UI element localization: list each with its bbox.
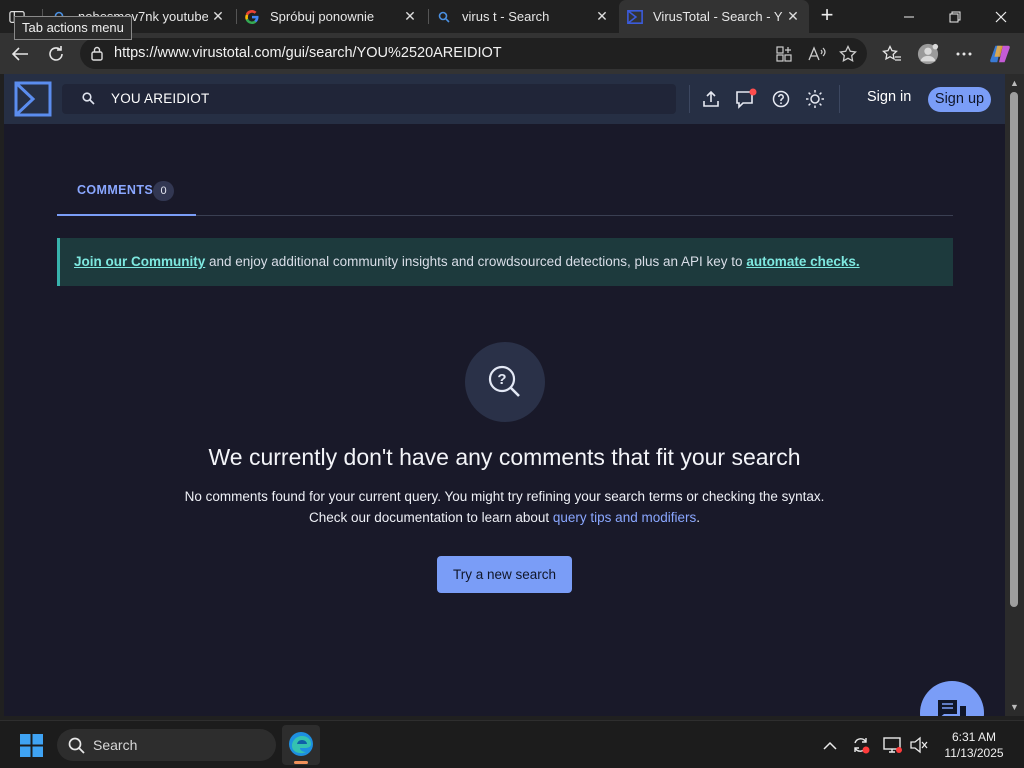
taskbar-edge-app[interactable] [282, 725, 320, 765]
vt-header: YOU AREIDIOT Sign in Sign up [4, 74, 1005, 124]
copilot-icon[interactable] [989, 43, 1011, 65]
tab-title: Spróbuj ponownie [270, 9, 375, 24]
clock-time: 6:31 AM [951, 730, 997, 744]
tab-2[interactable]: Spróbuj ponownie ✕ [236, 0, 426, 33]
upload-icon[interactable] [700, 88, 722, 110]
search-icon [82, 92, 95, 105]
chat-button[interactable] [920, 681, 984, 716]
back-button[interactable] [7, 41, 33, 67]
empty-state-doc-line: Check our documentation to learn about q… [4, 510, 1005, 525]
browser-toolbar: https://www.virustotal.com/gui/search/YO… [0, 33, 1024, 74]
sign-up-button[interactable]: Sign up [928, 87, 991, 112]
more-options-icon[interactable] [953, 43, 975, 65]
try-new-search-button[interactable]: Try a new search [437, 556, 572, 593]
chat-notifications-icon[interactable] [735, 88, 757, 110]
url-text[interactable]: https://www.virustotal.com/gui/search/YO… [114, 45, 502, 61]
page-viewport: YOU AREIDIOT Sign in Sign up COMMENTS 0 … [4, 74, 1005, 716]
favorite-star-icon[interactable] [838, 44, 858, 64]
edge-icon [289, 732, 313, 756]
search-icon [436, 9, 452, 25]
scroll-down-arrow-icon[interactable]: ▼ [1009, 702, 1020, 712]
taskbar-clock[interactable]: 6:31 AM 11/13/2025 [940, 729, 1008, 761]
banner-text: Join our Community and enjoy additional … [74, 254, 860, 269]
help-icon[interactable] [770, 88, 792, 110]
new-tab-button[interactable]: + [814, 4, 840, 28]
community-banner: Join our Community and enjoy additional … [57, 238, 953, 286]
banner-middle-text: and enjoy additional community insights … [205, 254, 747, 269]
automate-checks-link[interactable]: automate checks. [746, 254, 859, 269]
taskbar-search[interactable]: Search [57, 729, 276, 761]
header-divider [689, 85, 690, 113]
scroll-up-arrow-icon[interactable]: ▲ [1009, 78, 1020, 88]
tab-title: virus t - Search [462, 9, 550, 24]
chat-icon [938, 700, 966, 716]
tab-comments-label: COMMENTS [77, 183, 154, 197]
read-aloud-icon[interactable] [807, 44, 827, 64]
minimize-button[interactable] [886, 0, 932, 33]
clock-date: 11/13/2025 [944, 746, 1004, 760]
comments-count-badge: 0 [153, 181, 174, 201]
vt-search-box[interactable]: YOU AREIDIOT [62, 84, 676, 114]
empty-state-title: We currently don't have any comments tha… [208, 444, 801, 470]
close-tab-icon[interactable]: ✕ [210, 8, 226, 24]
volume-muted-icon[interactable] [909, 736, 929, 754]
screen: nobesmev7nk youtube ✕ Spróbuj ponownie ✕… [0, 0, 1024, 768]
profile-avatar[interactable] [917, 43, 939, 65]
tab-comments[interactable]: COMMENTS 0 [57, 178, 196, 216]
refresh-icon [49, 46, 63, 61]
active-tab-indicator [57, 214, 196, 216]
show-hidden-icons-chevron-icon[interactable] [820, 736, 840, 754]
empty-search-icon: ? [465, 342, 545, 422]
taskbar-search-placeholder: Search [93, 737, 138, 753]
tab-strip: nobesmev7nk youtube ✕ Spróbuj ponownie ✕… [0, 0, 1024, 40]
lock-icon[interactable] [90, 46, 104, 66]
display-network-icon[interactable] [883, 736, 903, 754]
windows-start-icon[interactable] [20, 734, 43, 757]
header-divider [839, 85, 840, 113]
join-community-link[interactable]: Join our Community [74, 254, 205, 269]
vt-search-value[interactable]: YOU AREIDIOT [111, 91, 209, 106]
tab-title: VirusTotal - Search - YOU AREIDIOT [653, 9, 783, 24]
virustotal-icon [627, 9, 643, 25]
address-bar[interactable]: https://www.virustotal.com/gui/search/YO… [80, 38, 867, 69]
doc-line-prefix: Check our documentation to learn about [309, 510, 553, 525]
search-results: COMMENTS 0 Join our Community and enjoy … [4, 124, 1005, 716]
theme-toggle-sun-icon[interactable] [804, 88, 826, 110]
google-icon [244, 9, 260, 25]
sync-update-icon[interactable] [851, 736, 871, 754]
running-indicator [294, 761, 308, 764]
close-tab-icon[interactable]: ✕ [594, 8, 610, 24]
empty-state-description: No comments found for your current query… [184, 489, 825, 504]
favorites-icon[interactable] [881, 43, 903, 65]
close-tab-icon[interactable]: ✕ [785, 8, 801, 24]
virustotal-logo[interactable] [14, 81, 52, 117]
refresh-button[interactable] [43, 41, 69, 67]
sign-in-link[interactable]: Sign in [867, 89, 911, 105]
tab-4-active[interactable]: VirusTotal - Search - YOU AREIDIOT ✕ [619, 0, 809, 33]
app-available-icon[interactable] [774, 44, 794, 64]
scrollbar-thumb[interactable] [1010, 92, 1018, 607]
back-arrow-icon [11, 47, 28, 61]
close-tab-icon[interactable]: ✕ [402, 8, 418, 24]
restore-button[interactable] [932, 0, 978, 33]
tab-actions-tooltip: Tab actions menu [14, 16, 132, 40]
query-tips-link[interactable]: query tips and modifiers [553, 510, 696, 525]
tab-3[interactable]: virus t - Search ✕ [428, 0, 618, 33]
svg-text:?: ? [497, 371, 506, 388]
windows-taskbar: Search 6:31 AM 11/13/2025 [0, 720, 1024, 768]
search-icon [68, 737, 85, 754]
doc-line-suffix: . [696, 510, 700, 525]
page-scrollbar[interactable]: ▲ ▼ [1005, 74, 1024, 716]
close-window-button[interactable] [978, 0, 1024, 33]
window-controls [886, 0, 1024, 33]
